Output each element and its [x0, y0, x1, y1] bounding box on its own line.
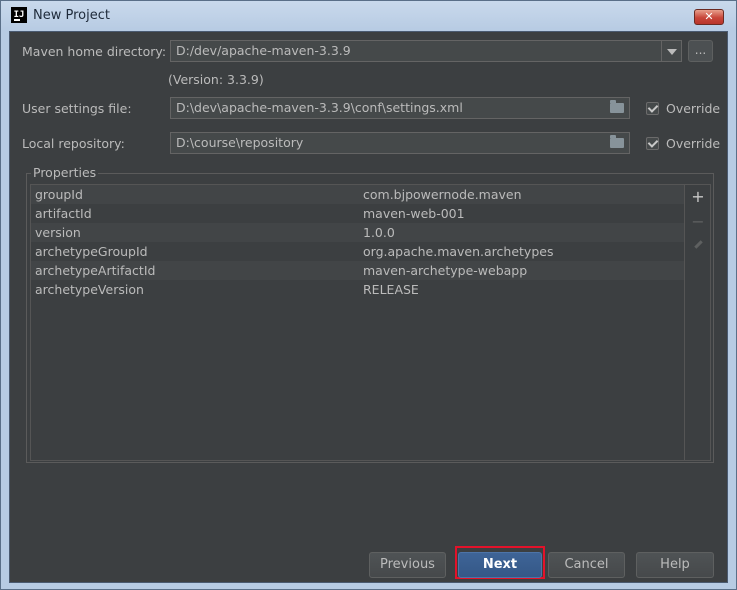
- window-title: New Project: [33, 8, 110, 23]
- folder-icon[interactable]: [610, 135, 624, 148]
- folder-icon[interactable]: [610, 100, 624, 113]
- table-row[interactable]: artifactId maven-web-001: [31, 204, 684, 223]
- remove-property-button[interactable]: −: [688, 212, 708, 232]
- properties-title: Properties: [31, 165, 99, 180]
- property-value: maven-archetype-webapp: [363, 263, 528, 278]
- edit-property-button[interactable]: [688, 237, 708, 257]
- properties-group: Properties groupId com.bjpowernode.maven …: [26, 165, 714, 463]
- maven-home-combobox[interactable]: D:/dev/apache-maven-3.3.9: [170, 40, 682, 62]
- add-property-button[interactable]: +: [688, 187, 708, 207]
- new-project-window: IJ New Project ✕ Maven home directory: D…: [0, 0, 737, 590]
- maven-home-label: Maven home directory:: [22, 44, 167, 59]
- properties-table: groupId com.bjpowernode.maven artifactId m…: [30, 184, 685, 461]
- close-button[interactable]: ✕: [694, 9, 724, 25]
- user-settings-label: User settings file:: [22, 101, 132, 116]
- previous-button[interactable]: Previous: [369, 552, 446, 578]
- local-repository-override-label[interactable]: Override: [666, 136, 720, 151]
- properties-toolbar: + −: [685, 184, 711, 461]
- property-key: archetypeArtifactId: [35, 263, 156, 278]
- chevron-down-icon[interactable]: [661, 41, 681, 61]
- user-settings-override-label[interactable]: Override: [666, 101, 720, 116]
- table-row[interactable]: archetypeVersion RELEASE: [31, 280, 684, 299]
- dialog-content: Maven home directory: D:/dev/apache-mave…: [9, 31, 728, 583]
- table-row[interactable]: groupId com.bjpowernode.maven: [31, 185, 684, 204]
- property-value: org.apache.maven.archetypes: [363, 244, 554, 259]
- pencil-icon: [694, 240, 703, 249]
- maven-home-value: D:/dev/apache-maven-3.3.9: [176, 43, 351, 58]
- local-repository-field[interactable]: D:\course\repository: [170, 132, 630, 154]
- table-row[interactable]: version 1.0.0: [31, 223, 684, 242]
- browse-maven-home-button[interactable]: ...: [688, 40, 713, 62]
- local-repository-label: Local repository:: [22, 136, 125, 151]
- user-settings-field[interactable]: D:\dev\apache-maven-3.3.9\conf\settings.…: [170, 97, 630, 119]
- next-button[interactable]: Next: [458, 552, 542, 578]
- maven-version-text: (Version: 3.3.9): [168, 72, 264, 87]
- cancel-button[interactable]: Cancel: [548, 552, 625, 578]
- property-value: com.bjpowernode.maven: [363, 187, 522, 202]
- local-repository-override-checkbox[interactable]: [646, 137, 659, 150]
- property-key: groupId: [35, 187, 83, 202]
- user-settings-override-checkbox[interactable]: [646, 102, 659, 115]
- property-key: artifactId: [35, 206, 92, 221]
- intellij-app-icon: IJ: [11, 7, 27, 23]
- title-bar: IJ New Project ✕: [1, 1, 736, 31]
- user-settings-value: D:\dev\apache-maven-3.3.9\conf\settings.…: [176, 100, 463, 115]
- property-value: maven-web-001: [363, 206, 465, 221]
- local-repository-value: D:\course\repository: [176, 135, 304, 150]
- property-key: version: [35, 225, 81, 240]
- property-key: archetypeGroupId: [35, 244, 148, 259]
- property-value: RELEASE: [363, 282, 419, 297]
- help-button[interactable]: Help: [636, 552, 714, 578]
- property-value: 1.0.0: [363, 225, 395, 240]
- table-row[interactable]: archetypeArtifactId maven-archetype-webap…: [31, 261, 684, 280]
- table-row[interactable]: archetypeGroupId org.apache.maven.archety…: [31, 242, 684, 261]
- property-key: archetypeVersion: [35, 282, 144, 297]
